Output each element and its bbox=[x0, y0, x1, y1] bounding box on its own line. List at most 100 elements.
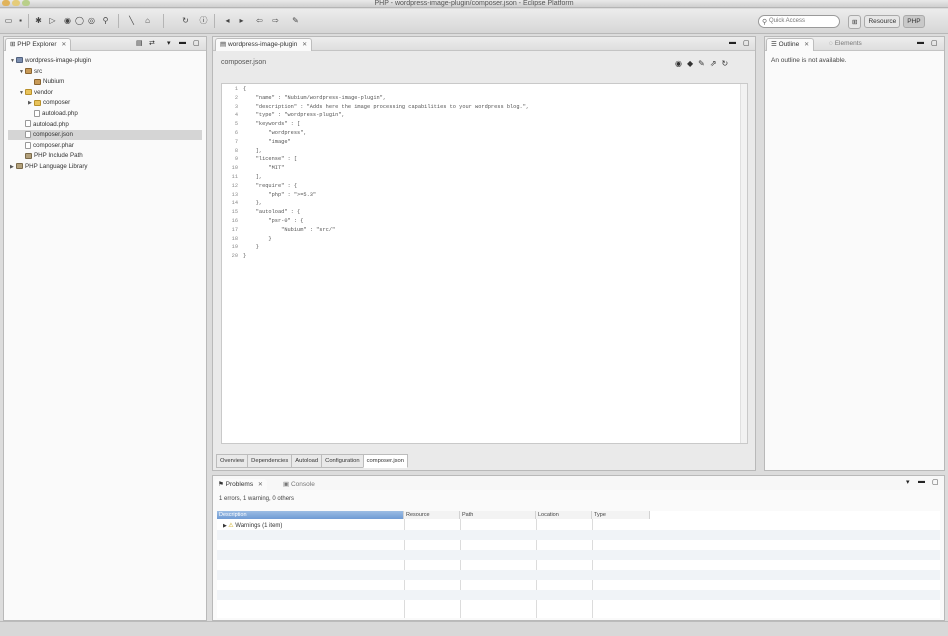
line-number: 9 bbox=[234, 156, 238, 163]
minimize-icon[interactable]: ▬ bbox=[729, 39, 736, 46]
run-icon[interactable]: ▷ bbox=[47, 15, 58, 26]
tree-item[interactable]: ▼ vendor bbox=[8, 88, 202, 98]
window-controls bbox=[2, 0, 30, 6]
new-file-icon[interactable]: ▭ bbox=[3, 15, 14, 26]
problems-table: Description Resource Path Location Type ▶ ⚠ W… bbox=[217, 511, 940, 618]
line-number: 4 bbox=[234, 112, 238, 119]
tree-item[interactable]: composer.json bbox=[8, 130, 202, 141]
close-icon[interactable]: ✕ bbox=[804, 42, 809, 48]
open-type-icon[interactable]: ╲ bbox=[126, 15, 137, 26]
tree-item-label: autoload.php bbox=[42, 110, 78, 117]
editor-scrollbar[interactable] bbox=[740, 84, 747, 443]
collapse-all-icon[interactable]: ▤ bbox=[136, 39, 143, 47]
debug-icon[interactable]: ✱ bbox=[33, 15, 44, 26]
table-row bbox=[217, 560, 940, 570]
link-editor-icon[interactable]: ⇄ bbox=[149, 39, 155, 47]
next-annotation-icon[interactable]: ▸ bbox=[236, 15, 247, 26]
search-icon: ⚲ bbox=[762, 19, 768, 26]
maximize-icon[interactable]: ▢ bbox=[931, 39, 938, 47]
column-header[interactable]: Description bbox=[217, 511, 404, 519]
tab-label: Elements bbox=[834, 40, 862, 47]
save-icon[interactable]: ▪ bbox=[15, 15, 26, 26]
table-row[interactable]: ▶ ⚠ Warnings (1 item) bbox=[217, 520, 940, 530]
line-text: "autoload" : { bbox=[243, 209, 301, 216]
run-dropdown-icon[interactable]: ◎ bbox=[86, 15, 97, 26]
back-icon[interactable]: ⇦ bbox=[254, 15, 265, 26]
close-icon[interactable]: ✕ bbox=[61, 42, 66, 48]
tab-elements[interactable]: ◌ Elements bbox=[825, 38, 866, 51]
editor-bottom-tab[interactable]: Autoload bbox=[291, 454, 323, 468]
perspective-php[interactable]: PHP bbox=[903, 15, 925, 28]
forward-icon[interactable]: ⇨ bbox=[270, 15, 281, 26]
editor-bottom-tab[interactable]: Overview bbox=[216, 454, 249, 468]
editor-bottom-tab[interactable]: Configuration bbox=[321, 454, 364, 468]
tree-item-label: autoload.php bbox=[33, 120, 69, 128]
folder-icon bbox=[34, 99, 41, 106]
line-number: 14 bbox=[231, 200, 238, 207]
editor-bottom-tab[interactable]: composer.json bbox=[362, 454, 409, 468]
tree-item[interactable]: autoload.php bbox=[8, 109, 202, 119]
tree-item[interactable]: ▶ PHP Language Library bbox=[8, 162, 202, 172]
tree-item[interactable]: ▼ wordpress-image-plugin bbox=[8, 56, 202, 66]
tab-label: Outline bbox=[778, 41, 800, 48]
editor-bottom-tab[interactable]: Dependencies bbox=[247, 454, 293, 468]
last-edit-icon[interactable]: ✎ bbox=[290, 15, 301, 26]
open-perspective-button[interactable]: ⊞ bbox=[848, 14, 862, 29]
column-header[interactable]: Path bbox=[460, 511, 536, 519]
tree-item-label: Nubium bbox=[43, 78, 65, 86]
validate-icon[interactable]: ◉ bbox=[675, 59, 682, 68]
line-text: "Nubium" : "src/" bbox=[243, 226, 336, 233]
package-icon bbox=[25, 67, 32, 74]
maximize-icon[interactable]: ▢ bbox=[193, 39, 200, 47]
tab-label: Problems bbox=[225, 481, 254, 488]
install-icon[interactable]: ✎ bbox=[698, 59, 705, 68]
self-update-icon[interactable]: ⇗ bbox=[710, 59, 717, 68]
close-icon[interactable]: ✕ bbox=[302, 42, 307, 48]
code-editor[interactable]: 1 {2 "name" : "Nubium/wordpress-image-plu… bbox=[221, 83, 748, 444]
perspective-resource[interactable]: Resource bbox=[864, 15, 901, 28]
table-row bbox=[217, 570, 940, 580]
minimize-window-button[interactable] bbox=[12, 0, 20, 6]
view-menu-icon[interactable]: ▾ bbox=[906, 478, 910, 486]
refresh-icon[interactable]: ↻ bbox=[722, 59, 729, 68]
tab-php-explorer[interactable]: ⊞ PHP Explorer ✕ bbox=[5, 38, 72, 51]
line-text: }, bbox=[243, 200, 263, 207]
external-tools-icon[interactable]: ◯ bbox=[74, 15, 85, 26]
update-icon[interactable]: ◆ bbox=[687, 59, 693, 68]
tab-console[interactable]: ▣ Console bbox=[279, 479, 319, 492]
column-header[interactable]: Resource bbox=[404, 511, 460, 519]
tree-item[interactable]: PHP Include Path bbox=[8, 151, 202, 161]
tree-item[interactable]: ▶ composer bbox=[8, 98, 202, 108]
minimize-icon[interactable]: ▬ bbox=[917, 39, 924, 46]
column-header[interactable]: Location bbox=[536, 511, 592, 519]
tree-item[interactable]: ▼ src bbox=[8, 67, 202, 77]
tab-problems[interactable]: ⚑ Problems ✕ bbox=[214, 479, 267, 492]
tab-editor-file[interactable]: ▤ wordpress-image-plugin ✕ bbox=[215, 38, 313, 51]
view-menu-icon[interactable]: ▾ bbox=[167, 39, 171, 47]
minimize-icon[interactable]: ▬ bbox=[179, 39, 186, 46]
outline-message: An outline is not available. bbox=[771, 57, 847, 64]
close-window-button[interactable] bbox=[2, 0, 10, 6]
info-icon[interactable]: ⓘ bbox=[198, 15, 209, 26]
open-resource-icon[interactable]: ⌂ bbox=[142, 15, 153, 26]
tree-item[interactable]: Nubium bbox=[8, 77, 202, 87]
prev-annotation-icon[interactable]: ◂ bbox=[222, 15, 233, 26]
line-text: ], bbox=[243, 174, 263, 180]
run-config-icon[interactable]: ◉ bbox=[62, 15, 73, 26]
minimize-icon[interactable]: ▬ bbox=[918, 478, 925, 485]
column-header[interactable]: Type bbox=[592, 511, 650, 519]
search-tool-icon[interactable]: ⚲ bbox=[100, 15, 111, 26]
table-row bbox=[217, 540, 940, 550]
refresh-icon[interactable]: ↻ bbox=[180, 15, 191, 26]
maximize-icon[interactable]: ▢ bbox=[932, 478, 939, 486]
code-lines: 1 {2 "name" : "Nubium/wordpress-image-plu… bbox=[224, 85, 747, 443]
close-icon[interactable]: ✕ bbox=[258, 482, 263, 488]
line-number: 1 bbox=[234, 86, 238, 92]
quick-access-input[interactable]: ⚲ Quick Access bbox=[758, 15, 840, 28]
editor-tabbar: ▤ wordpress-image-plugin ✕ ▬ ▢ bbox=[213, 37, 755, 51]
tree-item[interactable]: autoload.php bbox=[8, 120, 202, 130]
zoom-window-button[interactable] bbox=[22, 0, 30, 6]
maximize-icon[interactable]: ▢ bbox=[743, 39, 750, 47]
tree-item[interactable]: composer.phar bbox=[8, 141, 202, 151]
tab-outline[interactable]: ☰ Outline ✕ bbox=[766, 38, 815, 51]
